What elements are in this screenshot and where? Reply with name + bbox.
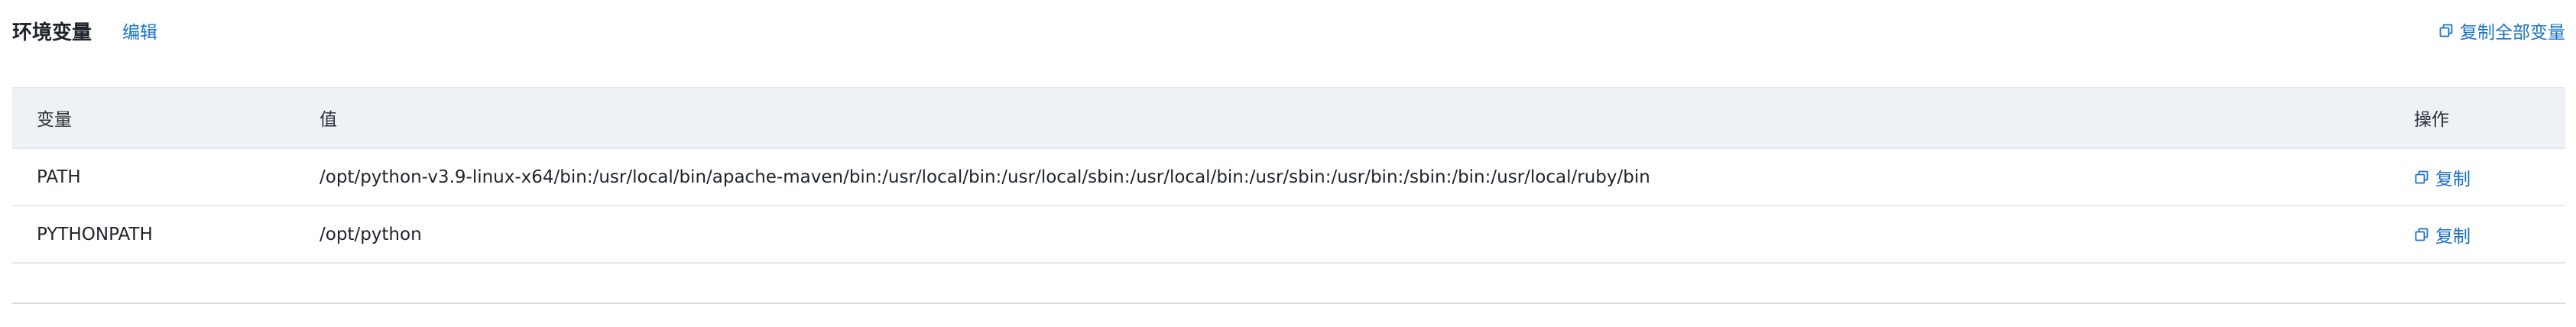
variable-value: /opt/python-v3.9-linux-x64/bin:/usr/loca… xyxy=(320,167,1650,187)
copy-all-label: 复制全部变量 xyxy=(2460,23,2565,43)
copy-icon xyxy=(2438,23,2454,38)
copy-all-variables-button[interactable]: 复制全部变量 xyxy=(2438,18,2565,44)
column-header-action: 操作 xyxy=(2414,110,2449,130)
copy-button-label: 复制 xyxy=(2435,169,2471,189)
edit-link[interactable]: 编辑 xyxy=(122,18,157,44)
section-title: 环境变量 xyxy=(12,21,92,44)
section-divider xyxy=(12,303,2565,304)
copy-icon xyxy=(2414,170,2429,185)
table-header-row: 变量 值 操作 xyxy=(12,87,2565,149)
table-row: PATH /opt/python-v3.9-linux-x64/bin:/usr… xyxy=(12,149,2565,206)
section-header: 环境变量 编辑 复制全部变量 xyxy=(12,11,2565,50)
environment-variables-panel: 环境变量 编辑 复制全部变量 变量 值 操作 PATH /opt/python-… xyxy=(0,0,2576,327)
variables-table: 变量 值 操作 PATH /opt/python-v3.9-linux-x64/… xyxy=(12,87,2565,264)
variable-name: PATH xyxy=(37,167,81,187)
copy-button-label: 复制 xyxy=(2435,226,2471,247)
copy-button[interactable]: 复制 xyxy=(2414,222,2565,248)
column-header-value: 值 xyxy=(320,110,337,130)
table-row: PYTHONPATH /opt/python 复制 xyxy=(12,206,2565,264)
variable-name: PYTHONPATH xyxy=(37,224,153,244)
variable-value: /opt/python xyxy=(320,224,422,244)
copy-icon xyxy=(2414,227,2429,242)
copy-button[interactable]: 复制 xyxy=(2414,164,2565,190)
column-header-name: 变量 xyxy=(37,110,72,130)
